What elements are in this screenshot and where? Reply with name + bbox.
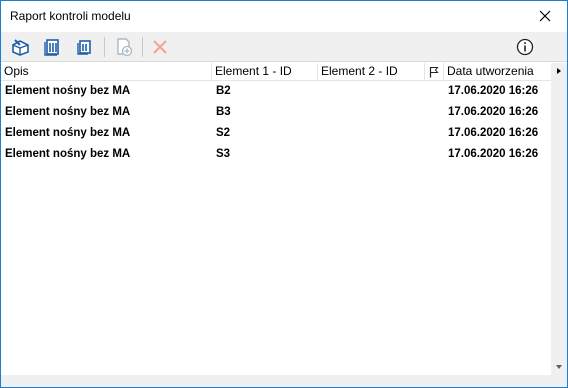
- show-in-model-button[interactable]: [9, 35, 33, 59]
- toolbar: [1, 32, 567, 62]
- close-icon: [539, 10, 551, 22]
- horizontal-scrollbar[interactable]: [1, 375, 567, 387]
- table-header: Opis Element 1 - ID Element 2 - ID Data …: [1, 63, 551, 81]
- scroll-down-button[interactable]: [551, 359, 567, 375]
- info-button[interactable]: [513, 35, 537, 59]
- cell-element2: [318, 81, 322, 102]
- select-element-icon: [77, 40, 91, 55]
- cell-element2: [318, 102, 322, 123]
- cell-element1: B3: [216, 106, 231, 118]
- cell-opis: Element nośny bez MA: [5, 106, 131, 118]
- scroll-right-button[interactable]: [551, 63, 567, 79]
- cell-opis: Element nośny bez MA: [5, 127, 131, 139]
- show-model-icon: [12, 39, 29, 56]
- column-header-opis[interactable]: Opis: [1, 63, 212, 81]
- cell-date: 17.06.2020 16:26: [448, 106, 539, 118]
- column-header-date[interactable]: Data utworzenia: [444, 63, 551, 81]
- flag-icon: [429, 67, 439, 78]
- delete-button[interactable]: [148, 35, 172, 59]
- column-header-element2[interactable]: Element 2 - ID: [318, 63, 425, 81]
- cell-opis: Element nośny bez MA: [5, 85, 131, 97]
- vertical-scrollbar[interactable]: [551, 63, 567, 375]
- window-title: Raport kontroli modelu: [10, 9, 131, 23]
- close-button[interactable]: [523, 1, 567, 31]
- cell-element1: B2: [216, 85, 231, 97]
- cell-element1: S2: [216, 127, 231, 139]
- info-icon: [516, 38, 534, 56]
- add-document-icon: [117, 38, 133, 57]
- cell-date: 17.06.2020 16:26: [448, 148, 539, 160]
- toolbar-separator: [142, 37, 143, 57]
- chevron-right-icon: [557, 68, 561, 74]
- table-row[interactable]: Element nośny bez MA S2 17.06.2020 16:26: [1, 123, 551, 144]
- cell-date: 17.06.2020 16:26: [448, 85, 539, 97]
- report-window: Raport kontroli modelu Opis Element 1 - …: [0, 0, 568, 388]
- column-header-flag[interactable]: [425, 63, 444, 81]
- delete-icon: [153, 40, 167, 54]
- select-elements-icon: [44, 39, 59, 56]
- add-button[interactable]: [112, 35, 136, 59]
- select-elements-button[interactable]: [41, 35, 65, 59]
- toolbar-separator: [104, 37, 105, 57]
- cell-element2: [318, 144, 322, 165]
- column-header-element1[interactable]: Element 1 - ID: [212, 63, 318, 81]
- cell-element1: S3: [216, 148, 231, 160]
- chevron-down-icon: [556, 365, 562, 369]
- table-row[interactable]: Element nośny bez MA S3 17.06.2020 16:26: [1, 144, 551, 165]
- table-row[interactable]: Element nośny bez MA B3 17.06.2020 16:26: [1, 102, 551, 123]
- cell-opis: Element nośny bez MA: [5, 148, 131, 160]
- cell-date: 17.06.2020 16:26: [448, 127, 539, 139]
- table-row[interactable]: Element nośny bez MA B2 17.06.2020 16:26: [1, 81, 551, 102]
- report-table: Opis Element 1 - ID Element 2 - ID Data …: [1, 63, 567, 387]
- select-element-button[interactable]: [73, 35, 97, 59]
- cell-element2: [318, 123, 322, 144]
- title-bar: Raport kontroli modelu: [1, 1, 567, 32]
